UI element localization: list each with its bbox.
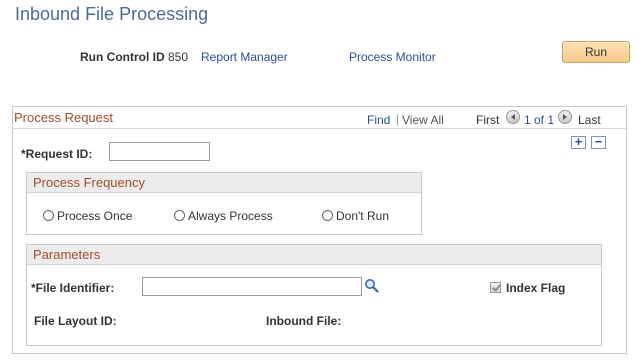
process-frequency-box: Process Frequency [26, 172, 422, 235]
radio-label: Process Once [57, 208, 133, 223]
view-all-link[interactable]: View All [402, 113, 444, 127]
file-layout-id-label: File Layout ID: [34, 314, 117, 328]
find-link[interactable]: Find [367, 113, 390, 127]
run-control-id-label: Run Control ID [80, 50, 165, 64]
report-manager-link[interactable]: Report Manager [201, 50, 288, 64]
group-header-divider [12, 128, 627, 129]
inbound-file-label: Inbound File: [266, 314, 342, 328]
file-identifier-input[interactable] [142, 277, 362, 296]
radio-button[interactable] [174, 210, 185, 222]
run-button[interactable]: Run [562, 41, 630, 63]
radio-dont-run[interactable]: Don't Run [322, 208, 389, 223]
process-request-title: Process Request [14, 110, 113, 125]
magnifier-icon[interactable] [364, 278, 379, 293]
previous-arrow-icon[interactable] [506, 110, 520, 124]
parameters-title: Parameters [27, 245, 601, 265]
radio-process-once[interactable]: Process Once [43, 208, 132, 223]
file-identifier-label: *File Identifier: [31, 281, 115, 295]
index-flag-label: Index Flag [506, 281, 566, 295]
next-arrow-icon[interactable] [558, 110, 572, 124]
process-monitor-link[interactable]: Process Monitor [349, 50, 436, 64]
radio-label: Don't Run [336, 208, 389, 223]
request-id-label: *Request ID: [21, 147, 93, 161]
request-id-input[interactable] [109, 142, 210, 161]
run-control-id-value: 850 [168, 50, 189, 64]
radio-always-process[interactable]: Always Process [174, 208, 273, 223]
radio-label: Always Process [188, 208, 273, 223]
radio-button[interactable] [322, 210, 333, 222]
delete-row-button[interactable]: − [591, 135, 606, 149]
radio-button[interactable] [43, 210, 54, 222]
page-title: Inbound File Processing [15, 4, 209, 24]
index-flag-checkbox[interactable] [490, 282, 501, 293]
last-label[interactable]: Last [578, 113, 601, 127]
add-row-button[interactable]: + [571, 135, 586, 149]
record-position: 1 of 1 [524, 113, 555, 127]
process-frequency-title: Process Frequency [27, 173, 421, 193]
nav-separator: | [396, 112, 400, 126]
first-label[interactable]: First [476, 113, 499, 127]
